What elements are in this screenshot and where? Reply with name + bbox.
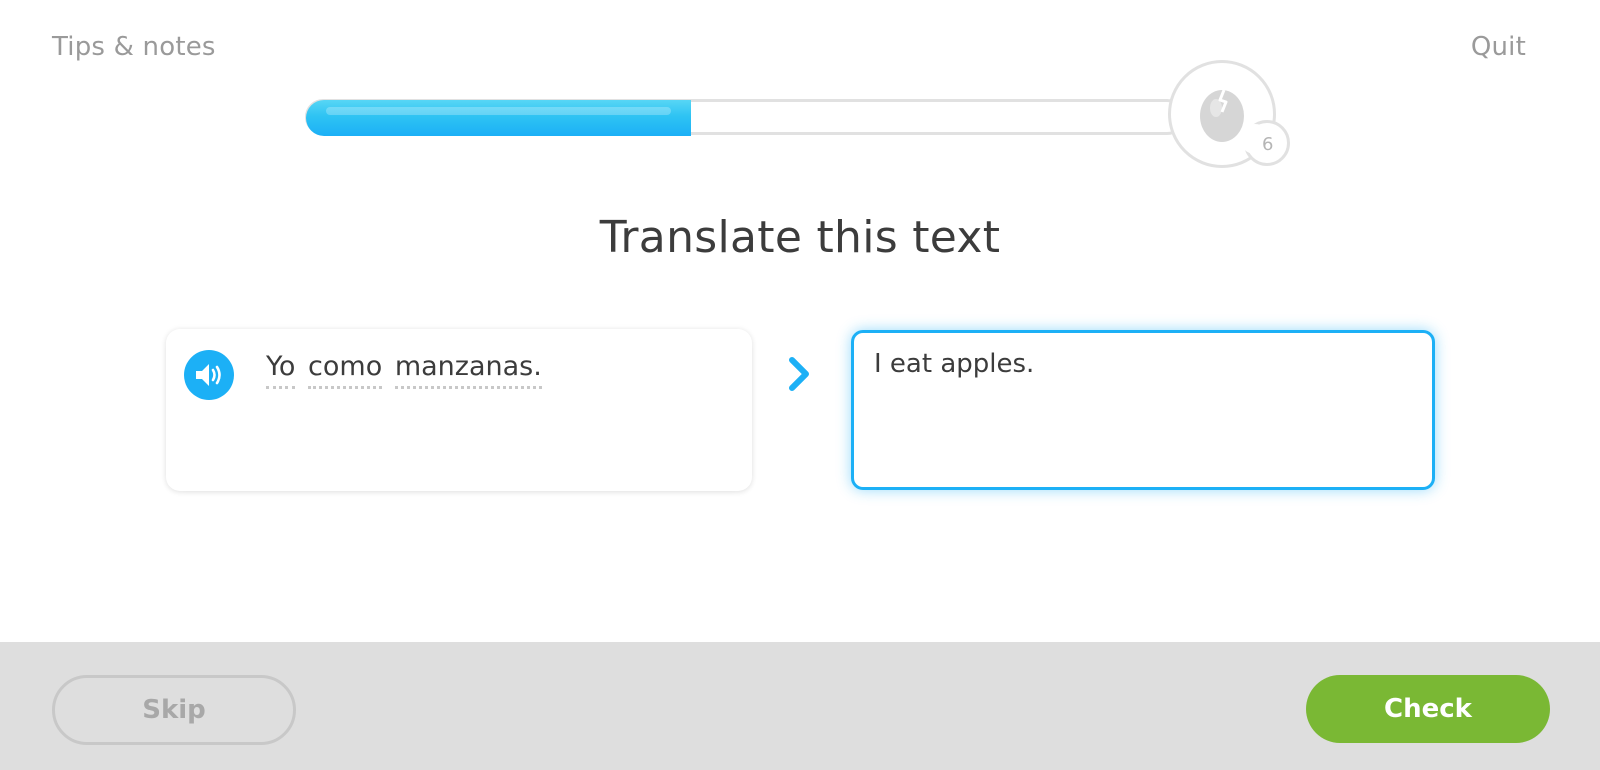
skip-button[interactable]: Skip	[52, 675, 296, 745]
egg-count: 6	[1262, 134, 1274, 155]
progress-shine	[326, 107, 671, 115]
progress-fill-edge	[689, 100, 691, 136]
check-button[interactable]: Check	[1306, 675, 1550, 743]
tips-notes-link[interactable]: Tips & notes	[52, 32, 216, 62]
chevron-right-icon	[789, 357, 809, 391]
source-sentence-card: Yo como manzanas.	[166, 329, 752, 491]
source-word[interactable]: Yo	[266, 351, 296, 389]
footer-bar: Skip Check	[0, 642, 1600, 770]
speaker-button[interactable]	[184, 350, 234, 400]
quit-link[interactable]: Quit	[1471, 32, 1526, 62]
source-word[interactable]: como	[308, 351, 383, 389]
egg-icon	[1200, 89, 1244, 142]
answer-box	[851, 330, 1435, 490]
lesson-progress-bar	[305, 99, 1185, 136]
progress-fill	[306, 100, 691, 136]
speaker-icon	[196, 364, 221, 386]
source-sentence: Yo como manzanas.	[266, 351, 546, 389]
source-word[interactable]: manzanas.	[394, 351, 542, 389]
answer-input[interactable]	[854, 333, 1432, 487]
prompt-title: Translate this text	[599, 212, 1001, 263]
